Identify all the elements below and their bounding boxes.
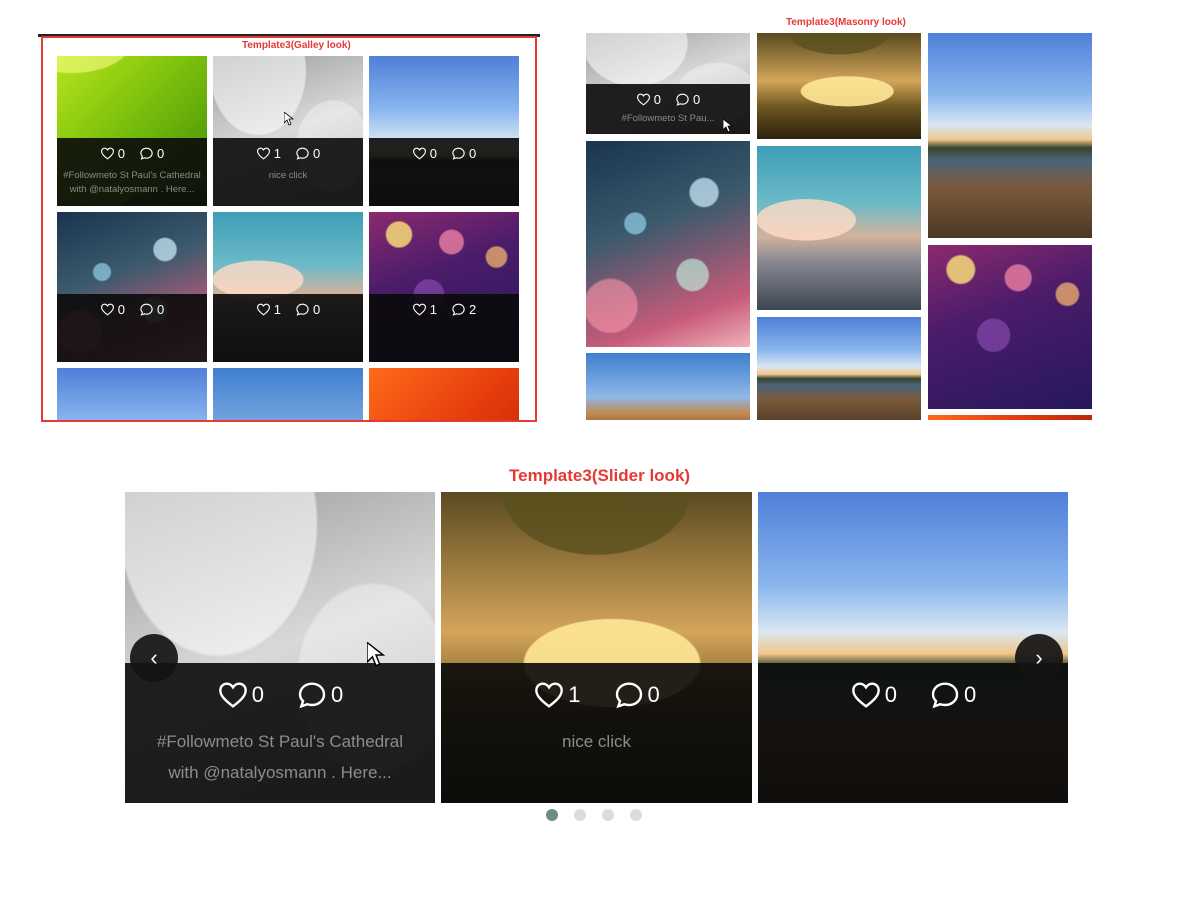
like-count[interactable]: 0 [636, 92, 661, 107]
comment-icon [295, 146, 310, 161]
gallery-tile[interactable]: 1 0 [213, 212, 363, 362]
like-count[interactable]: 0 [100, 302, 125, 317]
comment-count[interactable]: 0 [296, 679, 343, 711]
comment-icon [295, 302, 310, 317]
chevron-right-icon: › [1035, 645, 1043, 670]
comment-count[interactable]: 0 [295, 302, 320, 317]
masonry-grid: 0 0 #Followmeto St Pau... [586, 33, 1092, 420]
heart-icon [412, 302, 427, 317]
tile-overlay: 1 2 [369, 294, 519, 362]
slide[interactable]: 1 0 nice click [441, 492, 752, 803]
slide-caption: nice click [562, 732, 631, 751]
gallery-frame: 0 0 #Followmeto St Paul's Cathedral with… [41, 36, 537, 422]
masonry-tile[interactable] [928, 33, 1092, 238]
slider-pagination [546, 809, 642, 821]
comment-icon [296, 679, 328, 711]
slide-caption: #Followmeto St Paul's Cathedral with @na… [156, 732, 404, 782]
heart-icon [256, 146, 271, 161]
tile-overlay: 1 0 [213, 294, 363, 362]
pagination-dot[interactable] [602, 809, 614, 821]
masonry-photo [757, 33, 921, 139]
comment-count[interactable]: 2 [451, 302, 476, 317]
comment-count[interactable]: 0 [929, 679, 976, 711]
heart-icon [636, 92, 651, 107]
comment-count[interactable]: 0 [451, 146, 476, 161]
gallery-photo [213, 368, 363, 420]
heart-icon [412, 146, 427, 161]
masonry-photo [928, 415, 1092, 420]
chevron-left-icon: ‹ [150, 645, 158, 670]
comment-icon [675, 92, 690, 107]
gallery-photo [369, 368, 519, 420]
masonry-photo [757, 146, 921, 310]
pagination-dot[interactable] [546, 809, 558, 821]
masonry-tile[interactable] [586, 141, 750, 347]
masonry-photo [928, 245, 1092, 409]
mouse-cursor-icon [723, 119, 733, 133]
comment-count[interactable]: 0 [295, 146, 320, 161]
comment-icon [139, 302, 154, 317]
like-count[interactable]: 1 [256, 146, 281, 161]
comment-icon [451, 302, 466, 317]
tile-caption: #Followmeto St Paul's Cathedral with @na… [63, 170, 201, 195]
heart-icon [100, 302, 115, 317]
gallery-tile[interactable]: 0 0 [57, 212, 207, 362]
comment-icon [613, 679, 645, 711]
like-count[interactable]: 0 [850, 679, 897, 711]
tile-overlay: 0 0 [57, 294, 207, 362]
gallery-photo [57, 368, 207, 420]
gallery-tile[interactable] [369, 368, 519, 420]
comment-count[interactable]: 0 [675, 92, 700, 107]
like-count[interactable]: 0 [100, 146, 125, 161]
slide-overlay: 1 0 nice click [441, 663, 752, 803]
gallery-tile[interactable] [213, 368, 363, 420]
gallery-tile[interactable]: 1 2 [369, 212, 519, 362]
heart-icon [850, 679, 882, 711]
slide-overlay: 0 0 #Followmeto St Paul's Cathedral with… [125, 663, 435, 803]
gallery-tile[interactable]: 0 0 [369, 56, 519, 206]
like-count[interactable]: 1 [412, 302, 437, 317]
mouse-cursor-icon [367, 642, 385, 667]
slider-prev-button[interactable]: ‹ [130, 634, 178, 682]
masonry-look-label: Template3(Masonry look) [786, 17, 906, 28]
comment-count[interactable]: 0 [613, 679, 660, 711]
comment-icon [139, 146, 154, 161]
gallery-tile[interactable]: 0 0 #Followmeto St Paul's Cathedral with… [57, 56, 207, 206]
masonry-photo [586, 141, 750, 347]
comment-count[interactable]: 0 [139, 146, 164, 161]
masonry-photo [586, 353, 750, 420]
masonry-tile[interactable] [757, 33, 921, 139]
comment-icon [929, 679, 961, 711]
heart-icon [217, 679, 249, 711]
comment-count[interactable]: 0 [139, 302, 164, 317]
tile-overlay: 0 0 [369, 138, 519, 206]
tile-overlay: 0 0 #Followmeto St Paul's Cathedral with… [57, 138, 207, 206]
heart-icon [533, 679, 565, 711]
like-count[interactable]: 1 [256, 302, 281, 317]
like-count[interactable]: 1 [533, 679, 581, 711]
masonry-tile[interactable] [928, 415, 1092, 420]
masonry-tile[interactable] [586, 353, 750, 420]
slider-next-button[interactable]: › [1015, 634, 1063, 682]
masonry-tile[interactable] [928, 245, 1092, 409]
gallery-tile[interactable] [57, 368, 207, 420]
slide-overlay: 0 0 [758, 663, 1068, 803]
masonry-tile[interactable] [757, 146, 921, 310]
masonry-tile[interactable] [757, 317, 921, 420]
heart-icon [256, 302, 271, 317]
pagination-dot[interactable] [574, 809, 586, 821]
mouse-cursor-icon [284, 112, 294, 126]
tile-overlay: 1 0 nice click [213, 138, 363, 206]
heart-icon [100, 146, 115, 161]
like-count[interactable]: 0 [217, 679, 264, 711]
masonry-photo [757, 317, 921, 420]
like-count[interactable]: 0 [412, 146, 437, 161]
comment-icon [451, 146, 466, 161]
tile-caption: nice click [268, 170, 308, 181]
masonry-photo [928, 33, 1092, 238]
gallery-tile[interactable]: 1 0 nice click [213, 56, 363, 206]
pagination-dot[interactable] [630, 809, 642, 821]
slider-look-label: Template3(Slider look) [509, 466, 691, 485]
